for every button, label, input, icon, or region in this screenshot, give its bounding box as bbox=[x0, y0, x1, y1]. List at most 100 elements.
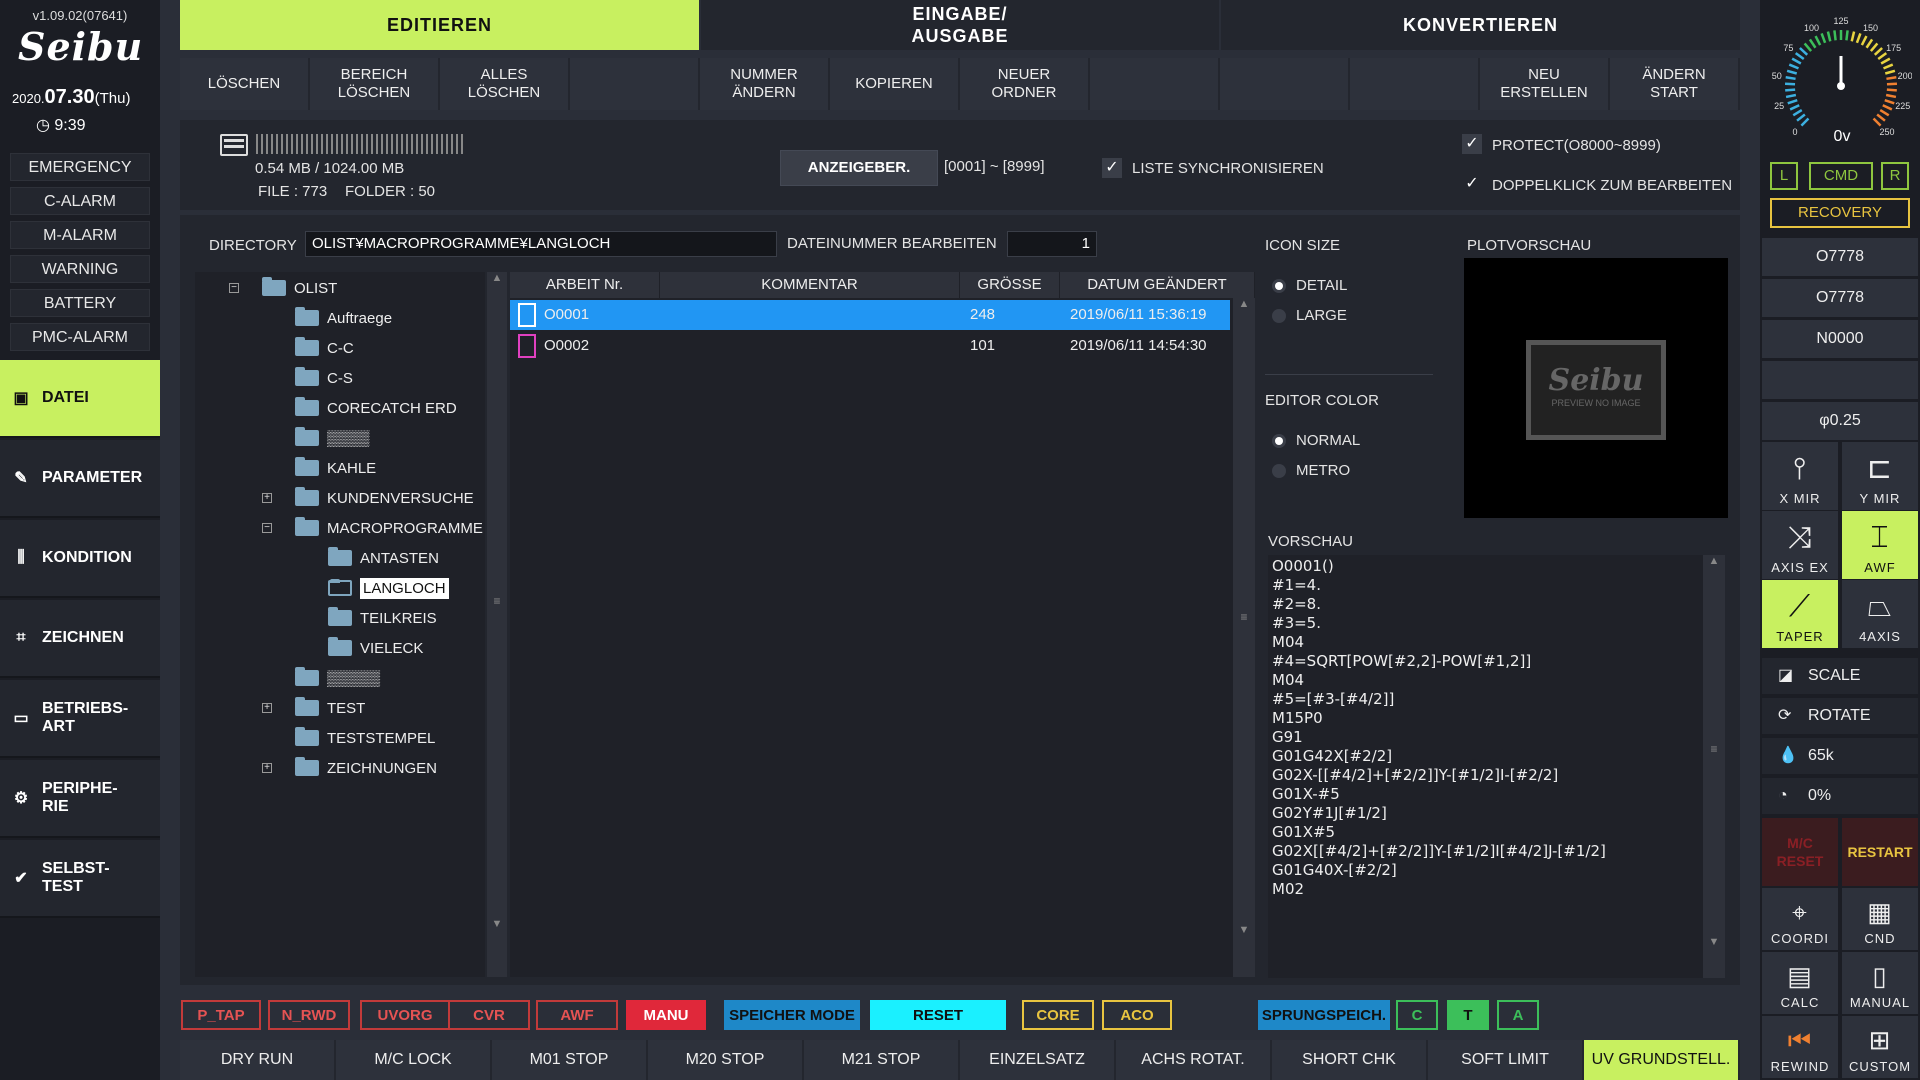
alarm-emergency[interactable]: EMERGENCY bbox=[10, 153, 150, 181]
nav-selbsttest[interactable]: ✔ SELBST- TEST bbox=[0, 840, 160, 918]
radio-detail[interactable]: DETAIL bbox=[1272, 277, 1347, 294]
button-axis-ex[interactable]: ⤨ AXIS EX bbox=[1762, 511, 1838, 579]
tab-eingabe-ausgabe[interactable]: EINGABE/ AUSGABE bbox=[701, 0, 1219, 50]
tree-item[interactable]: ▒▒▒▒ bbox=[295, 425, 370, 451]
button-awf[interactable]: ⌶ AWF bbox=[1842, 511, 1918, 579]
header-arbeit-nr[interactable]: ARBEIT Nr. bbox=[510, 272, 660, 298]
radio-large[interactable]: LARGE bbox=[1272, 307, 1347, 324]
row-scale[interactable]: ◪ SCALE bbox=[1762, 658, 1918, 694]
button-manual[interactable]: ▯ MANUAL bbox=[1842, 952, 1918, 1014]
folder-icon bbox=[295, 397, 319, 416]
collapse-icon[interactable]: − bbox=[262, 523, 272, 533]
tree-item[interactable]: VIELECK bbox=[328, 635, 423, 661]
alarm-battery[interactable]: BATTERY bbox=[10, 289, 150, 317]
softkey-neuerstellen[interactable]: NEU ERSTELLEN bbox=[1480, 58, 1610, 110]
softkey-empty-8[interactable] bbox=[1220, 58, 1350, 110]
tree-item[interactable]: TESTSTEMPEL bbox=[295, 725, 435, 751]
softkey-empty-7[interactable] bbox=[1090, 58, 1220, 110]
file-row[interactable]: O0002 101 2019/06/11 14:54:30 bbox=[510, 331, 1230, 361]
restart-button[interactable]: RESTART bbox=[1842, 818, 1918, 886]
header-kommentar[interactable]: KOMMENTAR bbox=[660, 272, 960, 298]
softkey-empty-3[interactable] bbox=[570, 58, 700, 110]
softkey-kopieren[interactable]: KOPIEREN bbox=[830, 58, 960, 110]
tree-item[interactable]: ZEICHNUNGEN bbox=[295, 755, 437, 781]
alarm-m-alarm[interactable]: M-ALARM bbox=[10, 221, 150, 249]
tab-konvertieren[interactable]: KONVERTIEREN bbox=[1221, 0, 1740, 50]
tree-item[interactable]: ANTASTEN bbox=[328, 545, 439, 571]
file-row[interactable]: O0001 248 2019/06/11 15:36:19 bbox=[510, 300, 1230, 330]
expand-icon[interactable]: + bbox=[262, 763, 272, 773]
nav-datei[interactable]: ▣ DATEI bbox=[0, 360, 160, 438]
expand-icon[interactable]: + bbox=[262, 703, 272, 713]
tree-item[interactable]: LANGLOCH bbox=[328, 575, 449, 601]
tree-item[interactable]: TEILKREIS bbox=[328, 605, 437, 631]
tree-scrollbar[interactable]: ▲ ≡ ▼ bbox=[487, 272, 507, 977]
button-rewind[interactable]: ⏮ REWIND bbox=[1762, 1016, 1838, 1078]
row-rotate[interactable]: ⟳ ROTATE bbox=[1762, 698, 1918, 734]
file-number-field[interactable]: 1 bbox=[1007, 231, 1097, 257]
doubleclick-checkbox[interactable]: ✓ bbox=[1462, 174, 1482, 194]
sync-list-checkbox[interactable]: ✓ bbox=[1102, 158, 1122, 178]
tree-item[interactable]: C-C bbox=[295, 335, 354, 361]
tree-item[interactable]: KAHLE bbox=[295, 455, 376, 481]
button-taper[interactable]: ⟋ TAPER bbox=[1762, 580, 1838, 648]
softkey-neuerordner[interactable]: NEUER ORDNER bbox=[960, 58, 1090, 110]
softkey-alleslöschen[interactable]: ALLES LÖSCHEN bbox=[440, 58, 570, 110]
softkey-löschen[interactable]: LÖSCHEN bbox=[180, 58, 310, 110]
tree-item[interactable]: ▒▒▒▒▒ bbox=[295, 665, 380, 691]
radio-normal[interactable]: NORMAL bbox=[1272, 432, 1360, 449]
button-custom[interactable]: ⊞ CUSTOM bbox=[1842, 1016, 1918, 1078]
button-y-mir[interactable]: ⊏ Y MIR bbox=[1842, 442, 1918, 510]
nav-zeichnen[interactable]: ⌗ ZEICHNEN bbox=[0, 600, 160, 678]
tree-item[interactable]: CORECATCH ERD bbox=[295, 395, 457, 421]
button-calc[interactable]: ▤ CALC bbox=[1762, 952, 1838, 1014]
radio-metro[interactable]: METRO bbox=[1272, 462, 1350, 479]
tree-item[interactable]: OLIST bbox=[262, 275, 337, 301]
button-4axis[interactable]: ⏢ 4AXIS bbox=[1842, 580, 1918, 648]
fkey-m01-stop[interactable]: M01 STOP bbox=[492, 1040, 648, 1080]
fkey-uv-grundstell-[interactable]: UV GRUNDSTELL. bbox=[1584, 1040, 1740, 1080]
alarm-pmc-alarm[interactable]: PMC-ALARM bbox=[10, 323, 150, 351]
directory-field[interactable]: OLIST¥MACROPROGRAMME¥LANGLOCH bbox=[305, 231, 777, 257]
nav-peripherie[interactable]: ⚙ PERIPHE- RIE bbox=[0, 760, 160, 838]
tree-item[interactable]: MACROPROGRAMME bbox=[295, 515, 483, 541]
softkey-ändernstart[interactable]: ÄNDERN START bbox=[1610, 58, 1740, 110]
fkey-einzelsatz[interactable]: EINZELSATZ bbox=[960, 1040, 1116, 1080]
r-button[interactable]: R bbox=[1881, 162, 1909, 190]
fkey-achs-rotat-[interactable]: ACHS ROTAT. bbox=[1116, 1040, 1272, 1080]
nav-parameter[interactable]: ✎ PARAMETER bbox=[0, 440, 160, 518]
button-cnd[interactable]: ▦ CND bbox=[1842, 888, 1918, 950]
l-button[interactable]: L bbox=[1770, 162, 1798, 190]
header-groesse[interactable]: GRÖSSE bbox=[960, 272, 1060, 298]
tree-item[interactable]: C-S bbox=[295, 365, 353, 391]
file-list-scrollbar[interactable]: ▲ ≡ ▼ bbox=[1233, 298, 1255, 977]
collapse-icon[interactable]: − bbox=[229, 283, 239, 293]
softkey-bereichlöschen[interactable]: BEREICH LÖSCHEN bbox=[310, 58, 440, 110]
mc-reset-button[interactable]: M/C RESET bbox=[1762, 818, 1838, 886]
expand-icon[interactable]: + bbox=[262, 493, 272, 503]
softkey-nummerändern[interactable]: NUMMER ÄNDERN bbox=[700, 58, 830, 110]
fkey-m-c-lock[interactable]: M/C LOCK bbox=[336, 1040, 492, 1080]
fkey-short-chk[interactable]: SHORT CHK bbox=[1272, 1040, 1428, 1080]
tab-editieren[interactable]: EDITIEREN bbox=[180, 0, 699, 50]
recovery-button[interactable]: RECOVERY bbox=[1770, 198, 1910, 228]
nav-betriebsart[interactable]: ▭ BETRIEBS- ART bbox=[0, 680, 160, 758]
protect-checkbox[interactable]: ✓ bbox=[1462, 134, 1482, 154]
fkey-dry-run[interactable]: DRY RUN bbox=[180, 1040, 336, 1080]
fkey-m21-stop[interactable]: M21 STOP bbox=[804, 1040, 960, 1080]
fkey-m20-stop[interactable]: M20 STOP bbox=[648, 1040, 804, 1080]
tree-item[interactable]: KUNDENVERSUCHE bbox=[295, 485, 474, 511]
alarm-warning[interactable]: WARNING bbox=[10, 255, 150, 283]
button-coordi[interactable]: ⌖ COORDI bbox=[1762, 888, 1838, 950]
display-range-button[interactable]: ANZEIGEBER. bbox=[780, 150, 938, 186]
fkey-soft-limit[interactable]: SOFT LIMIT bbox=[1428, 1040, 1584, 1080]
tree-item[interactable]: TEST bbox=[295, 695, 365, 721]
softkey-empty-9[interactable] bbox=[1350, 58, 1480, 110]
tree-item[interactable]: Auftraege bbox=[295, 305, 392, 331]
nav-kondition[interactable]: ⫼ KONDITION bbox=[0, 520, 160, 598]
cmd-button[interactable]: CMD bbox=[1809, 162, 1873, 190]
button-x-mir[interactable]: ⫯ X MIR bbox=[1762, 442, 1838, 510]
code-scrollbar[interactable]: ▲ ≡ ▼ bbox=[1703, 555, 1725, 978]
header-datum[interactable]: DATUM GEÄNDERT bbox=[1060, 272, 1255, 298]
alarm-c-alarm[interactable]: C-ALARM bbox=[10, 187, 150, 215]
